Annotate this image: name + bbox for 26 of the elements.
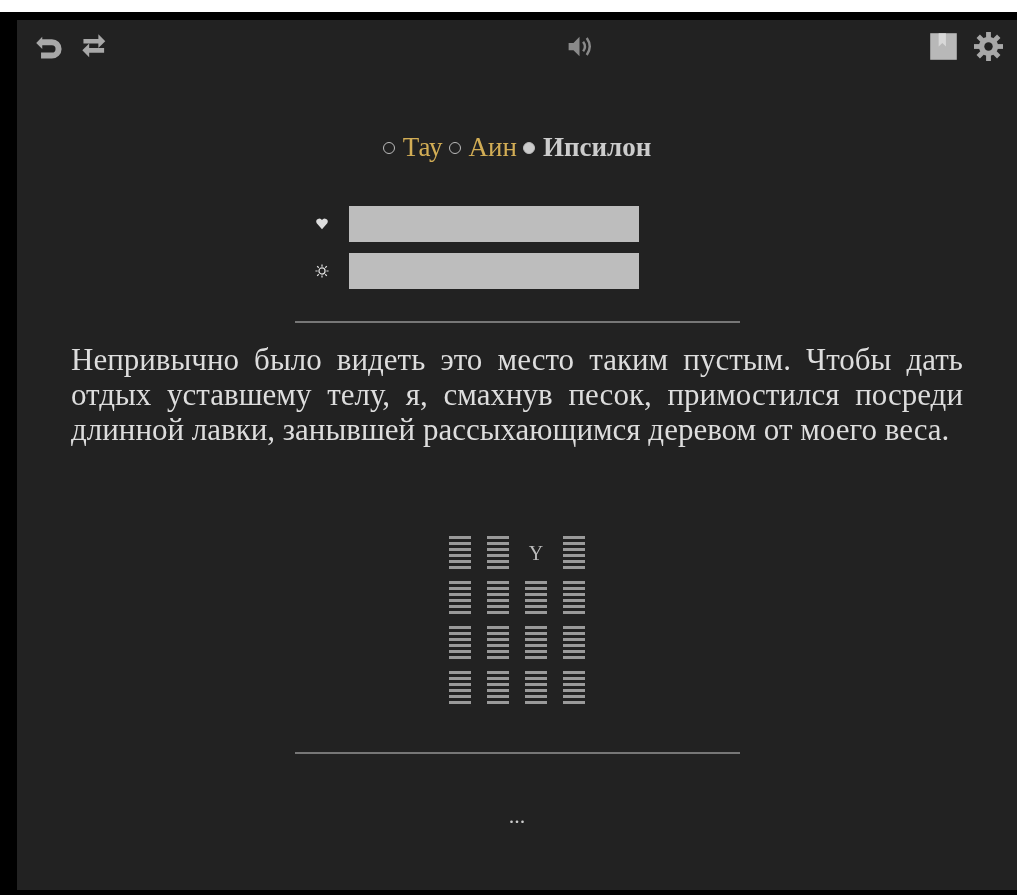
- hatched-tile: [563, 670, 585, 706]
- hatched-tile: [487, 625, 509, 661]
- hatched-tile: [449, 670, 471, 706]
- hatched-tile: [487, 535, 509, 571]
- settings-icon[interactable]: [974, 31, 1003, 61]
- hatched-tile: [449, 535, 471, 571]
- hatched-tile: [487, 670, 509, 706]
- hatched-tile: [563, 580, 585, 616]
- hatched-tile: [525, 670, 547, 706]
- hatched-tile: [449, 625, 471, 661]
- hatched-tile: [525, 580, 547, 616]
- heart-icon: [315, 217, 329, 231]
- bookmark-icon[interactable]: [929, 31, 958, 61]
- hatched-tile: [449, 580, 471, 616]
- hatched-tile: [563, 625, 585, 661]
- hatched-tile: [563, 535, 585, 571]
- continue-link[interactable]: ...: [508, 803, 526, 829]
- sun-icon: [315, 264, 329, 278]
- option-label[interactable]: Ипсилон: [543, 132, 652, 163]
- story-paragraph: Непривычно было видеть это место таким пустым. Чтобы дать отдых уставшему телу, я, смахнув песок, примостился посреди длинной лавки, занывшей рассыхающимся деревом от моего веса.: [71, 342, 963, 447]
- hatched-tile: [487, 580, 509, 616]
- hatched-tile: [525, 625, 547, 661]
- tile-letter: Y: [528, 541, 544, 565]
- radio-indicator[interactable]: [523, 141, 535, 154]
- option-label[interactable]: Аин: [468, 132, 517, 163]
- option-label[interactable]: Тау: [402, 132, 443, 163]
